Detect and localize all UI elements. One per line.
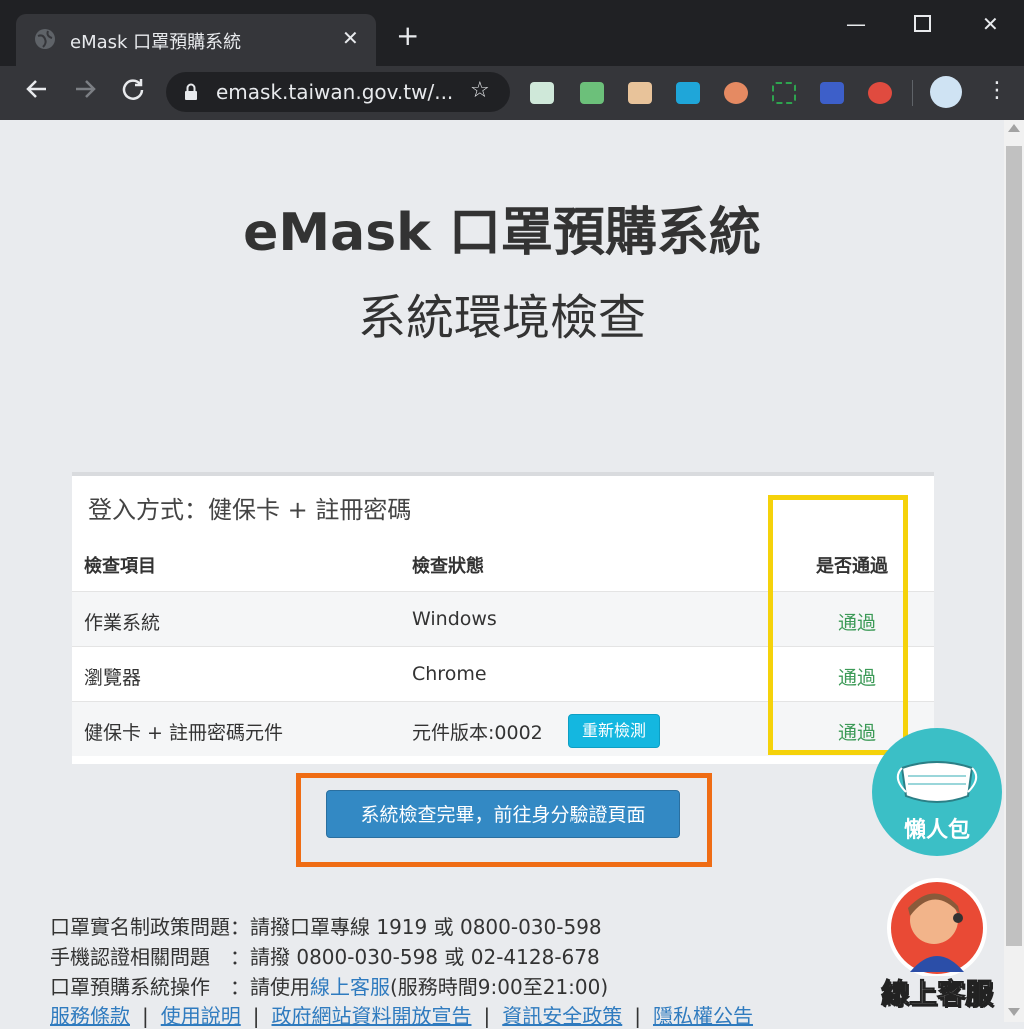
link-separator: | <box>252 1004 260 1028</box>
support-agent-icon <box>887 878 987 978</box>
extension-share-icon[interactable] <box>676 82 700 104</box>
privacy-link[interactable]: 隱私權公告 <box>653 1004 753 1028</box>
column-header-status: 檢查狀態 <box>412 556 484 577</box>
scroll-up-arrow-icon[interactable] <box>1008 124 1020 132</box>
row-status: Windows <box>412 608 497 630</box>
extension-face-icon[interactable] <box>628 82 652 104</box>
extension-mail-icon[interactable] <box>580 82 604 104</box>
browser-tab[interactable]: eMask 口罩預購系統 ✕ <box>16 14 376 66</box>
tab-close-icon[interactable]: ✕ <box>342 26 359 50</box>
link-separator: | <box>634 1004 641 1028</box>
extension-lock-icon[interactable] <box>868 82 892 104</box>
guide-badge-label: 懶人包 <box>903 818 970 843</box>
forward-arrow-icon[interactable] <box>72 76 98 109</box>
browser-titlebar: eMask 口罩預購系統 ✕ + — ✕ <box>0 0 1024 66</box>
recheck-button[interactable]: 重新檢測 <box>568 714 660 748</box>
row-item: 瀏覽器 <box>84 667 142 689</box>
reload-icon[interactable] <box>120 76 146 109</box>
new-tab-button[interactable]: + <box>396 22 419 50</box>
menu-kebab-icon[interactable]: ⋮ <box>986 78 1008 104</box>
footer-policy-line: 口罩實名制政策問題：請撥口罩專線 1919 或 0800-030-598 <box>50 915 602 939</box>
window-close-button[interactable]: ✕ <box>982 12 999 36</box>
globe-icon <box>34 28 56 54</box>
online-support-badge-button[interactable]: 線上客服 <box>870 876 1004 1016</box>
link-separator: | <box>142 1004 149 1028</box>
login-method-heading: 登入方式：健保卡 + 註冊密碼 <box>88 496 412 524</box>
footer-phone-line: 手機認證相關問題 ：請撥 0800-030-598 或 02-4128-678 <box>50 945 600 969</box>
instructions-link[interactable]: 使用說明 <box>161 1004 241 1028</box>
row-item: 作業系統 <box>84 612 161 634</box>
tab-title: eMask 口罩預購系統 <box>70 32 242 53</box>
page-subtitle: 系統環境檢查 <box>357 290 646 346</box>
toolbar-divider <box>912 80 913 106</box>
open-data-link[interactable]: 政府網站資料開放宣告 <box>272 1004 472 1028</box>
footer-links: 服務條款 | 使用說明 | 政府網站資料開放宣告 | 資訊安全政策 | 隱私權公告 <box>50 1000 753 1029</box>
extension-screenshot-icon[interactable] <box>772 82 796 104</box>
row-status: Chrome <box>412 663 487 685</box>
url-text[interactable]: emask.taiwan.gov.tw/... <box>216 80 453 104</box>
terms-link[interactable]: 服務條款 <box>50 1004 130 1028</box>
scrollbar-thumb[interactable] <box>1006 146 1022 946</box>
footer-operation-suffix: (服務時間9:00至21:00) <box>390 975 609 999</box>
column-header-item: 檢查項目 <box>84 556 156 577</box>
extension-glasses-icon[interactable] <box>724 82 748 104</box>
page-title: eMask 口罩預購系統 <box>243 203 761 263</box>
back-arrow-icon[interactable] <box>24 76 50 109</box>
extension-search-icon[interactable] <box>820 82 844 104</box>
support-badge-label: 線上客服 <box>880 977 993 1011</box>
footer-operation-line: 口罩預購系統操作 ：請使用線上客服(服務時間9:00至21:00) <box>50 971 608 1000</box>
online-support-link[interactable]: 線上客服 <box>310 975 390 999</box>
profile-avatar[interactable] <box>930 76 962 108</box>
footer-operation-prefix: 口罩預購系統操作 ：請使用 <box>50 975 310 999</box>
link-separator: | <box>483 1004 491 1028</box>
lock-icon[interactable] <box>184 83 198 105</box>
proceed-to-verification-button[interactable]: 系統檢查完畢，前往身分驗證頁面 <box>326 790 680 838</box>
browser-toolbar: emask.taiwan.gov.tw/... ☆ ⋮ <box>0 66 1024 120</box>
address-bar[interactable]: emask.taiwan.gov.tw/... ☆ <box>166 72 510 112</box>
guide-badge-button[interactable]: 懶人包 <box>872 728 1002 856</box>
row-status: 元件版本:0002 <box>412 722 543 744</box>
row-item: 健保卡 + 註冊密碼元件 <box>84 722 283 744</box>
face-mask-icon <box>896 761 978 803</box>
scroll-down-arrow-icon[interactable] <box>1008 1008 1020 1016</box>
extension-notes-icon[interactable] <box>530 82 554 104</box>
security-policy-link[interactable]: 資訊安全政策 <box>502 1004 622 1028</box>
minimize-button[interactable]: — <box>846 12 866 36</box>
pass-column-highlight <box>768 495 908 755</box>
maximize-button[interactable] <box>914 14 932 38</box>
bookmark-star-icon[interactable]: ☆ <box>470 78 490 103</box>
